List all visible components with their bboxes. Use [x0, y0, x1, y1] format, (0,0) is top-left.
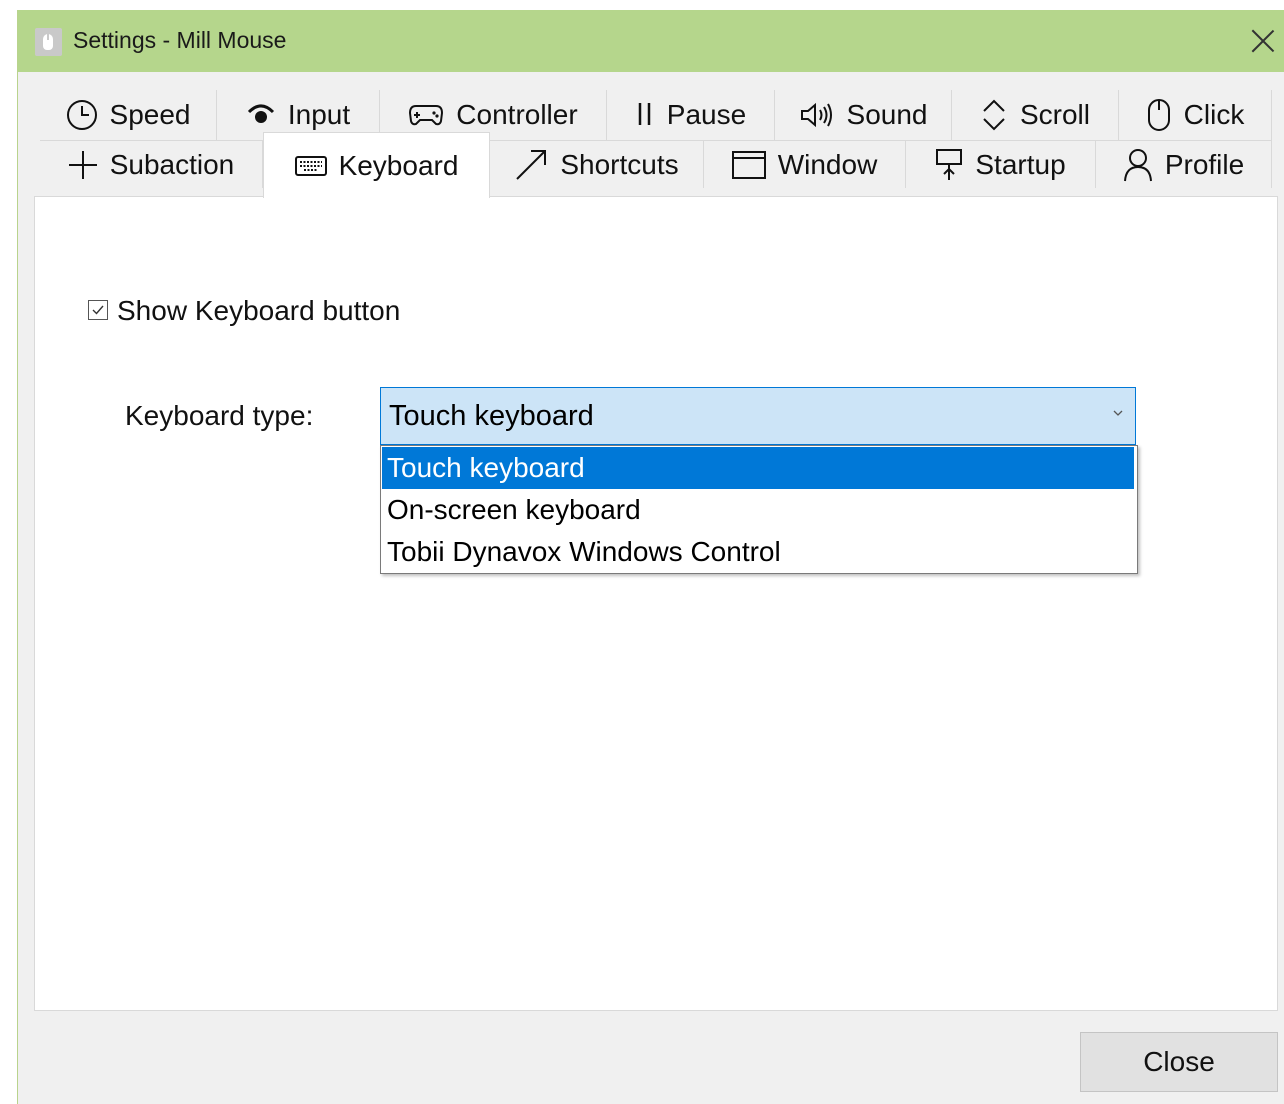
tab-label: Scroll — [1019, 99, 1090, 130]
tab-label: Click — [1183, 99, 1245, 130]
person-icon — [1123, 148, 1153, 182]
dropdown-option-on-screen-keyboard[interactable]: On-screen keyboard — [382, 489, 1134, 531]
mouse-icon — [1146, 98, 1172, 132]
dropdown-option-touch-keyboard[interactable]: Touch keyboard — [382, 447, 1134, 489]
tab-label: Profile — [1164, 148, 1245, 180]
tab-label: Subaction — [109, 148, 235, 180]
tab-click[interactable]: Click — [1119, 90, 1272, 140]
tab-label: Sound — [846, 99, 928, 130]
tab-label: Keyboard — [338, 149, 459, 181]
keyboard-type-dropdown-list: Touch keyboard On-screen keyboard Tobii … — [380, 445, 1138, 574]
title-bar: Settings - Mill Mouse — [18, 10, 1284, 72]
plus-icon — [68, 150, 98, 180]
tab-pause[interactable]: Pause — [607, 90, 775, 140]
tab-profile[interactable]: Profile — [1096, 140, 1272, 188]
speaker-icon — [799, 100, 835, 130]
keyboard-type-select[interactable]: Touch keyboard — [380, 387, 1136, 445]
gamepad-icon — [408, 103, 444, 127]
tab-subaction[interactable]: Subaction — [40, 140, 263, 188]
dropdown-option-tobii-dynavox[interactable]: Tobii Dynavox Windows Control — [382, 531, 1134, 573]
clock-icon — [66, 99, 98, 131]
keyboard-icon — [294, 155, 327, 176]
tab-label: Controller — [456, 99, 578, 130]
arrow-diagonal-icon — [514, 148, 548, 182]
tab-label: Shortcuts — [560, 148, 679, 180]
window-close-icon[interactable] — [1248, 26, 1278, 56]
tab-startup[interactable]: Startup — [906, 140, 1096, 188]
show-keyboard-checkbox[interactable] — [88, 300, 108, 320]
show-keyboard-label[interactable]: Show Keyboard button — [117, 295, 400, 327]
signal-icon — [246, 102, 276, 128]
keyboard-type-label: Keyboard type: — [125, 400, 314, 431]
tab-label: Input — [287, 99, 351, 130]
scroll-arrows-icon — [980, 98, 1008, 132]
tab-speed[interactable]: Speed — [40, 90, 217, 140]
tab-label: Window — [777, 148, 878, 180]
keyboard-type-selected-value: Touch keyboard — [389, 400, 594, 432]
window-title: Settings - Mill Mouse — [73, 27, 287, 53]
startup-icon — [935, 148, 963, 182]
tab-label: Speed — [109, 99, 191, 130]
tab-keyboard[interactable]: Keyboard — [263, 132, 490, 198]
checkmark-icon — [92, 305, 104, 315]
tab-label: Startup — [975, 148, 1066, 180]
tab-scroll[interactable]: Scroll — [952, 90, 1119, 140]
chevron-down-icon — [1113, 410, 1123, 416]
mill-mouse-app-icon — [35, 28, 62, 56]
tab-label: Pause — [666, 99, 747, 130]
tab-window[interactable]: Window — [704, 140, 906, 188]
window-icon — [731, 150, 766, 179]
pause-icon — [635, 101, 655, 129]
tab-sound[interactable]: Sound — [775, 90, 952, 140]
close-button[interactable]: Close — [1080, 1032, 1278, 1092]
tab-shortcuts[interactable]: Shortcuts — [490, 140, 704, 188]
